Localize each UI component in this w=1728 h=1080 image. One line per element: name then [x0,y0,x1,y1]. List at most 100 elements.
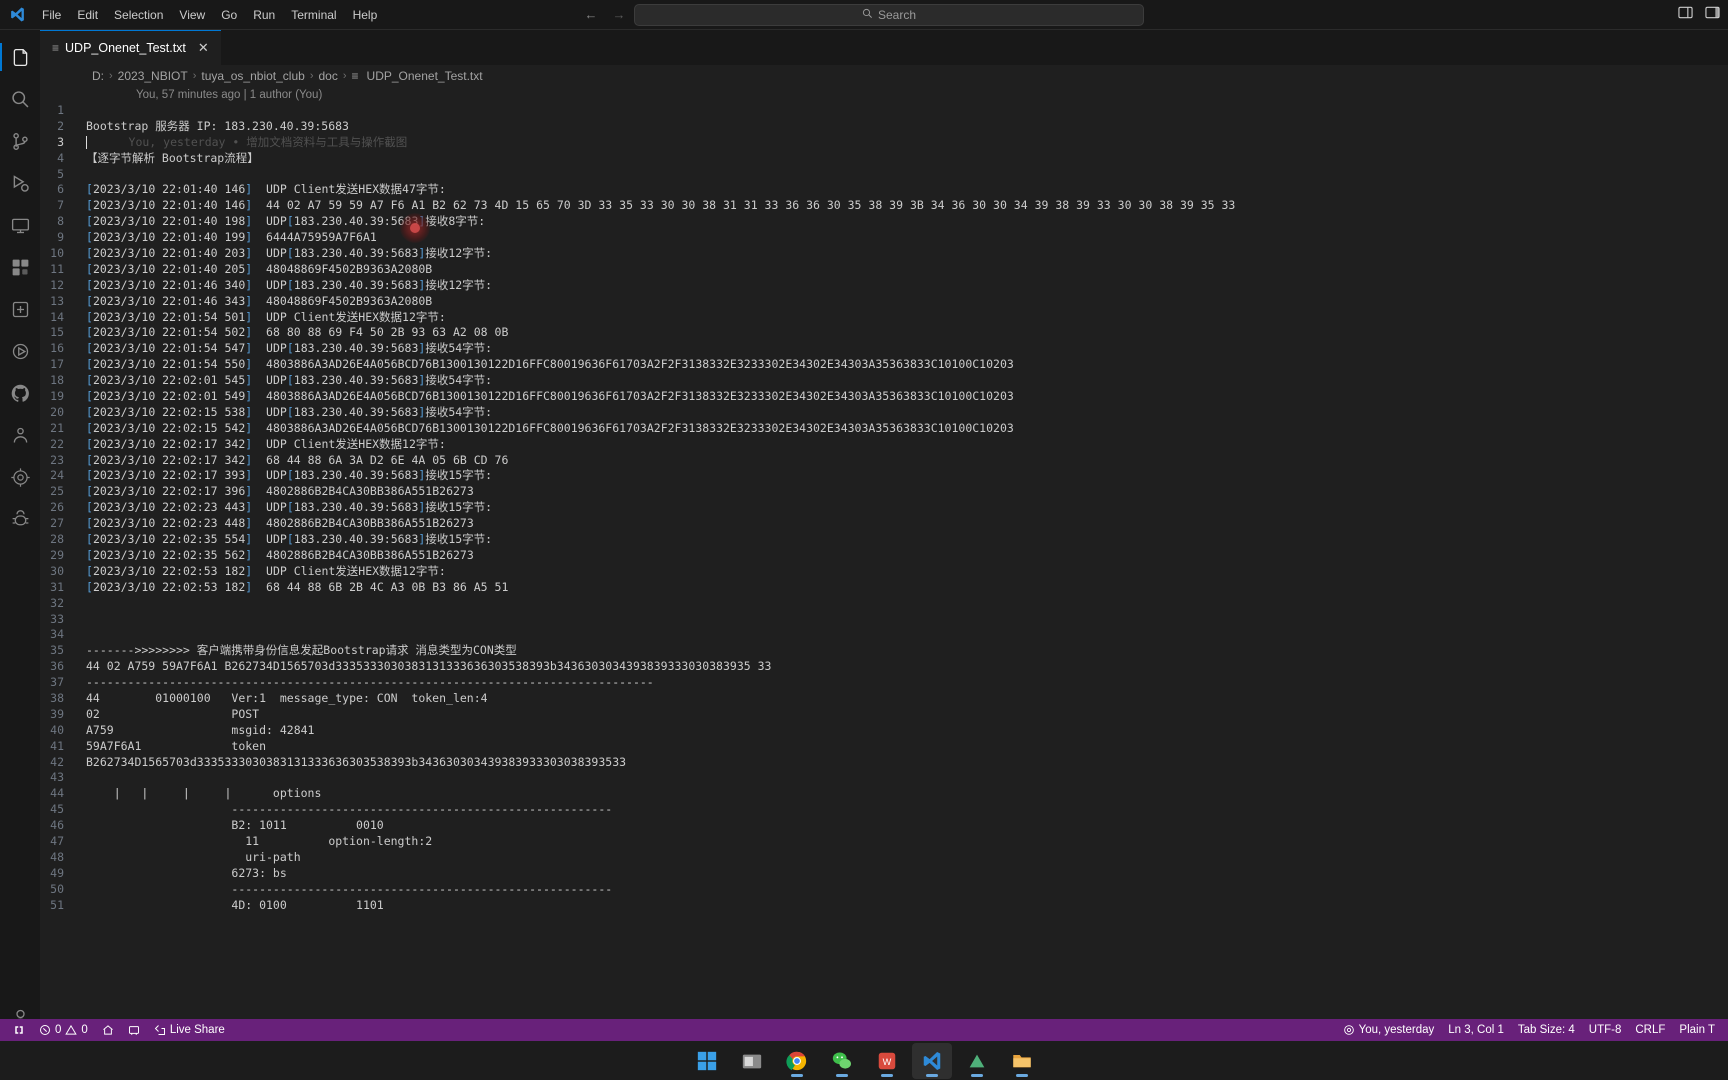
editor-line[interactable]: 15 [2023/3/10 22:01:54 502] 68 80 88 69 F… [40,325,1728,341]
editor-line-text[interactable]: [2023/3/10 22:02:23 448] 4802886B2B4CA30… [86,516,474,532]
editor-line[interactable]: 25 [2023/3/10 22:02:17 396] 4802886B2B4CA… [40,484,1728,500]
editor-line[interactable]: 2 Bootstrap 服务器 IP: 183.230.40.39:5683 [40,119,1728,135]
toggle-panel-icon[interactable] [1678,5,1693,25]
editor-line[interactable]: 37 --------------------------------------… [40,675,1728,691]
editor-line[interactable]: 7 [2023/3/10 22:01:40 146] 44 02 A7 59 59… [40,198,1728,214]
editor-line-text[interactable]: ------->>>>>>>> 客户端携带身份信息发起Bootstrap请求 消… [86,643,517,659]
editor-line[interactable]: 3 You, yesterday • 增加文档资料与工具与操作截图 [40,134,1728,151]
editor-line-text[interactable]: [2023/3/10 22:02:35 554] UDP[183.230.40.… [86,532,492,548]
menu-run[interactable]: Run [245,5,283,25]
status-language-mode[interactable]: Plain T [1672,1019,1722,1041]
editor-line-text[interactable]: 6273: bs [86,866,286,882]
editor-line[interactable]: 24 [2023/3/10 22:02:17 393] UDP[183.230.4… [40,468,1728,484]
taskbar-source-insight[interactable] [957,1043,997,1079]
editor-line[interactable]: 46 B2: 1011 0010 [40,818,1728,834]
breadcrumb-item-tuya-os-nbiot-club[interactable]: tuya_os_nbiot_club [201,69,304,83]
editor-line-text[interactable]: 4D: 0100 1101 [86,898,383,914]
editor-line-text[interactable]: 59A7F6A1 token [86,739,266,755]
menu-go[interactable]: Go [213,5,245,25]
editor-line[interactable]: 6 [2023/3/10 22:01:40 146] UDP Client发送HE… [40,182,1728,198]
editor-line-text[interactable]: You, yesterday • 增加文档资料与工具与操作截图 [86,135,407,151]
editor-line[interactable]: 12 [2023/3/10 22:01:46 340] UDP[183.230.4… [40,278,1728,294]
editor-line-text[interactable]: uri-path [86,850,300,866]
editor-line[interactable]: 51 4D: 0100 1101 [40,898,1728,914]
sidebar-item-embedded-tools[interactable] [0,330,40,372]
sidebar-item-explorer[interactable] [0,36,40,78]
editor-line-text[interactable]: [2023/3/10 22:02:53 182] 68 44 88 6B 2B … [86,580,508,596]
status-editor-position[interactable]: Ln 3, Col 1 [1441,1019,1511,1041]
editor-line[interactable]: 1 [40,103,1728,119]
editor-line[interactable]: 43 [40,770,1728,786]
editor-line-text[interactable]: [2023/3/10 22:02:01 549] 4803886A3AD26E4… [86,389,1014,405]
breadcrumb-item-drive[interactable]: D: [92,69,104,83]
customize-layout-icon[interactable] [1705,5,1720,25]
editor-line-text[interactable]: [2023/3/10 22:01:46 343] 48048869F4502B9… [86,294,432,310]
editor-line[interactable]: 13 [2023/3/10 22:01:46 343] 48048869F4502… [40,294,1728,310]
editor-line-text[interactable]: 44 02 A759 59A7F6A1 B262734D1565703d3335… [86,659,771,675]
editor-line[interactable]: 31 [2023/3/10 22:02:53 182] 68 44 88 6B 2… [40,580,1728,596]
sidebar-item-source-control[interactable] [0,120,40,162]
editor-line[interactable]: 45 -------------------------------------… [40,802,1728,818]
editor-line[interactable]: 27 [2023/3/10 22:02:23 448] 4802886B2B4CA… [40,516,1728,532]
editor-line[interactable]: 33 [40,612,1728,628]
editor-line-text[interactable]: A759 msgid: 42841 [86,723,314,739]
menu-file[interactable]: File [34,5,69,25]
status-problems[interactable]: 0 0 [32,1019,95,1041]
editor-line[interactable]: 42 B262734D1565703d3335333030383131333636… [40,755,1728,771]
status-home-icon[interactable] [95,1019,121,1041]
sidebar-item-run-and-debug[interactable] [0,162,40,204]
editor-line-text[interactable]: 11 option-length:2 [86,834,432,850]
editor-line[interactable]: 17 [2023/3/10 22:01:54 550] 4803886A3AD26… [40,357,1728,373]
editor-line[interactable]: 18 [2023/3/10 22:02:01 545] UDP[183.230.4… [40,373,1728,389]
editor-line-text[interactable]: [2023/3/10 22:01:40 198] UDP[183.230.40.… [86,214,485,230]
editor-line[interactable]: 39 02 POST [40,707,1728,723]
taskbar-vscode[interactable] [911,1042,952,1079]
editor-line[interactable]: 36 44 02 A759 59A7F6A1 B262734D1565703d33… [40,659,1728,675]
editor-line-text[interactable]: [2023/3/10 22:02:15 538] UDP[183.230.40.… [86,405,492,421]
menu-view[interactable]: View [171,5,213,25]
command-search-box[interactable]: Search [634,3,1144,26]
editor-line[interactable]: 21 [2023/3/10 22:02:15 542] 4803886A3AD26… [40,421,1728,437]
editor-line-text[interactable]: B262734D1565703d333533303038313133363630… [86,755,626,771]
editor-line-text[interactable]: ----------------------------------------… [86,802,612,818]
editor-line-text[interactable]: [2023/3/10 22:01:40 205] 48048869F4502B9… [86,262,432,278]
sidebar-item-platformio[interactable] [0,456,40,498]
editor-scroll-area[interactable]: 1 2 Bootstrap 服务器 IP: 183.230.40.39:5683 3 … [40,103,1728,1080]
status-tab-size[interactable]: Tab Size: 4 [1511,1019,1582,1041]
status-eol[interactable]: CRLF [1628,1019,1672,1041]
editor-line[interactable]: 5 [40,167,1728,183]
editor-line-text[interactable]: [2023/3/10 22:01:40 203] UDP[183.230.40.… [86,246,492,262]
status-encoding[interactable]: UTF-8 [1582,1019,1629,1041]
close-icon[interactable]: ✕ [196,40,211,56]
editor-line-text[interactable]: [2023/3/10 22:01:54 502] 68 80 88 69 F4 … [86,325,508,341]
status-remote-indicator[interactable] [6,1019,32,1041]
editor-line[interactable]: 41 59A7F6A1 token [40,739,1728,755]
taskbar-start-button[interactable] [687,1043,727,1079]
editor-line-text[interactable]: 【逐字节解析 Bootstrap流程】 [86,151,259,167]
sidebar-item-code-runner[interactable] [0,498,40,540]
editor-line-text[interactable]: [2023/3/10 22:01:40 146] UDP Client发送HEX… [86,182,446,198]
editor-line-text[interactable]: B2: 1011 0010 [86,818,383,834]
breadcrumb-item-2023-nbiot[interactable]: 2023_NBIOT [118,69,188,83]
editor-line-text[interactable]: | | | | options [86,786,322,802]
taskbar-file-manager[interactable] [1002,1043,1042,1079]
editor-line[interactable]: 49 6273: bs [40,866,1728,882]
editor-line-text[interactable]: ----------------------------------------… [86,882,612,898]
editor-line[interactable]: 19 [2023/3/10 22:02:01 549] 4803886A3AD26… [40,389,1728,405]
breadcrumb-item-doc[interactable]: doc [318,69,337,83]
editor-line[interactable]: 35 ------->>>>>>>> 客户端携带身份信息发起Bootstrap请求… [40,643,1728,659]
editor-line[interactable]: 22 [2023/3/10 22:02:17 342] UDP Client发送H… [40,437,1728,453]
editor-line[interactable]: 26 [2023/3/10 22:02:23 443] UDP[183.230.4… [40,500,1728,516]
status-serial-monitor-icon[interactable] [121,1019,147,1041]
editor-line[interactable]: 50 -------------------------------------… [40,882,1728,898]
status-git-blame[interactable]: You, yesterday [1336,1019,1442,1041]
vertical-scrollbar[interactable] [1714,103,1728,1080]
editor-line-text[interactable]: [2023/3/10 22:02:53 182] UDP Client发送HEX… [86,564,446,580]
menu-edit[interactable]: Edit [69,5,106,25]
editor-line[interactable]: 28 [2023/3/10 22:02:35 554] UDP[183.230.4… [40,532,1728,548]
taskbar-chrome[interactable] [777,1043,817,1079]
sidebar-item-remote-explorer[interactable] [0,204,40,246]
editor-content[interactable]: 1 2 Bootstrap 服务器 IP: 183.230.40.39:5683 3 … [40,103,1728,913]
editor-line-text[interactable]: ----------------------------------------… [86,675,654,691]
editor-line[interactable]: 30 [2023/3/10 22:02:53 182] UDP Client发送H… [40,564,1728,580]
